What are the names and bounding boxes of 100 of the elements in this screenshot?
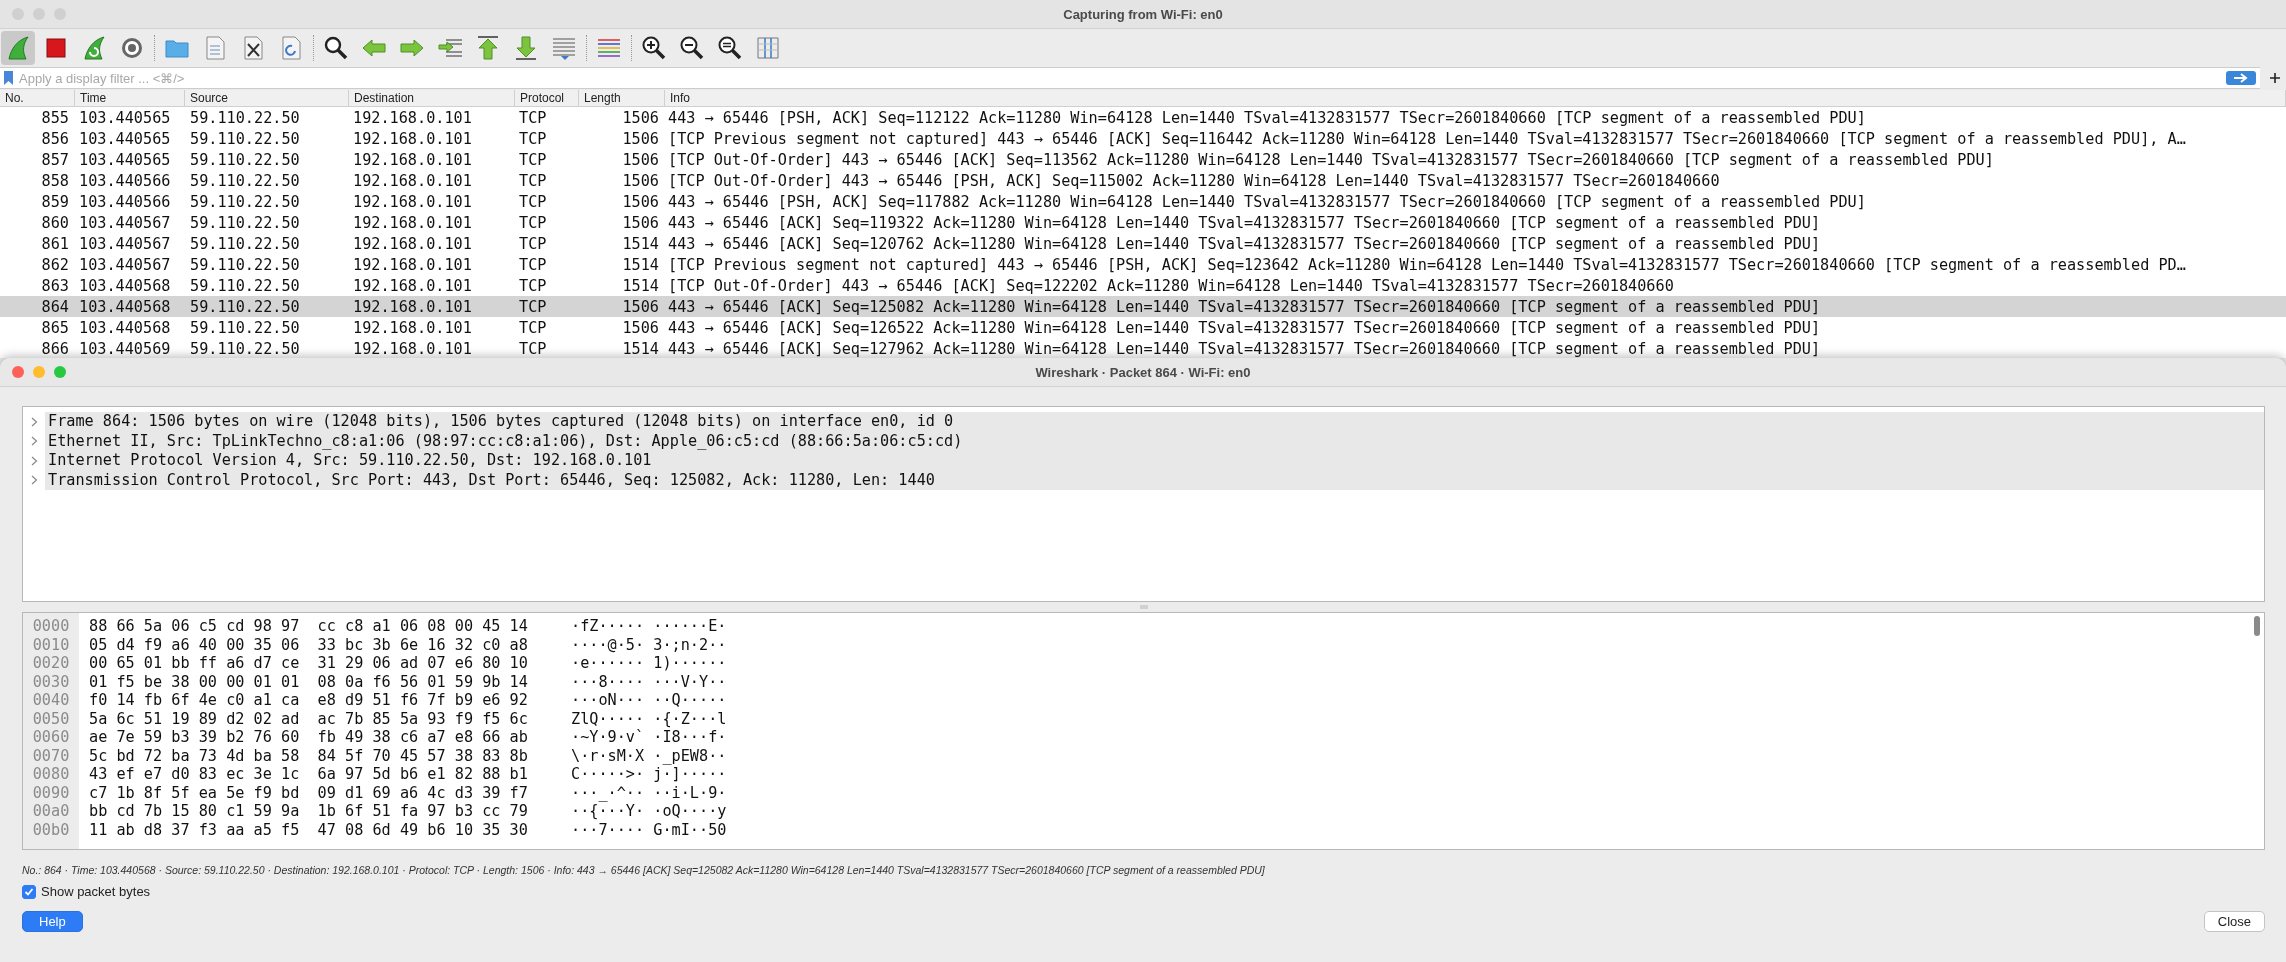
table-cell-text: TCP [518,297,548,316]
packet-row[interactable]: 865 103.440568 59.110.22.50 192.168.0.101 TCP 1506 443 → 65446 [ACK] Seq=126522 Ack=11280 Win=64128 Len=1440 TSval=4132831577 TSecr=2601840660 [TCP segment of a reassembled PDU] [0,317,2286,338]
table-cell-text: 1506 [621,150,660,169]
hex-offset: 0070 [31,746,71,765]
table-cell-text: 192.168.0.101 [352,171,473,190]
packet-row[interactable]: 859 103.440566 59.110.22.50 192.168.0.101 TCP 1506 443 → 65446 [PSH, ACK] Seq=117882 Ack=11280 Win=64128 Len=1440 TSval=4132831577 TSecr=2601840660 [TCP segment of a reassembled PDU] [0,191,2286,212]
hex-offset: 0050 [31,709,71,728]
help-button[interactable]: Help [22,911,83,932]
table-cell-text: TCP [518,276,548,295]
table-cell-text: 858 [40,171,70,190]
table-cell-text: [TCP Out-Of-Order] 443 → 65446 [ACK] Seq=122202 Ack=11280 Win=64128 Len=1440 TSval=4132831577 TSecr=2601840660 [667,276,1675,295]
close-button[interactable]: Close [2203,911,2265,932]
hex-offset: 0060 [31,728,71,747]
tree-item[interactable]: Ethernet II, Src: TpLinkTechno_c8:a1:06 (98:97:cc:c8:a1:06), Dst: Apple_06:c5:cd (88:66:5a:06:c5:cd) [45,431,2264,451]
zoom-window-button[interactable] [54,366,66,378]
table-cell-text: [TCP Previous segment not captured] 443 → 65446 [PSH, ACK] Seq=123642 Ack=11280 Win=64128 Len=1440 TSval=4132831577 TSecr=2601840660 [TCP segment of a reassembled PD… [667,255,2187,274]
table-cell-text: 59.110.22.50 [189,129,301,148]
packet-row[interactable]: 860 103.440567 59.110.22.50 192.168.0.101 TCP 1506 443 → 65446 [ACK] Seq=119322 Ack=11280 Win=64128 Len=1440 TSval=4132831577 TSecr=2601840660 [TCP segment of a reassembled PDU] [0,212,2286,233]
table-cell-text: 103.440569 [78,339,172,358]
ascii-bytes: C·····>· j·]····· [571,765,727,784]
column-header[interactable]: Time [75,90,185,106]
hex-offset: 0000 [31,617,71,636]
status-text: No.: 864 · Time: 103.440568 · Source: 59.110.22.50 · Destination: 192.168.0.101 · Protocol: TCP · Length: 1506 · Info: 443 → 65446 [ACK] Seq=125082 Ack=11280 Win=64128 Len=1440 TSval=4132831577 TSecr=2601840660 [TCP segment of a reassembled PDU] [22,864,1266,876]
tree-item[interactable]: Internet Protocol Version 4, Src: 59.110.22.50, Dst: 192.168.0.101 [45,451,2264,471]
table-cell-text: [TCP Out-Of-Order] 443 → 65446 [PSH, ACK] Seq=115002 Ack=11280 Win=64128 Len=1440 TSval=4132831577 TSecr=2601840660 [667,171,1721,190]
ascii-bytes: ZlQ····· ·{·Z···l [571,709,727,728]
table-cell-text: 192.168.0.101 [352,129,473,148]
hex-offset: 0020 [31,654,71,673]
packet-row[interactable]: 855 103.440565 59.110.22.50 192.168.0.101 TCP 1506 443 → 65446 [PSH, ACK] Seq=112122 Ack=11280 Win=64128 Len=1440 TSval=4132831577 TSecr=2601840660 [TCP segment of a reassembled PDU] [0,107,2286,128]
table-cell-text: 103.440565 [78,150,172,169]
apply-filter-button[interactable] [2226,71,2256,85]
ascii-bytes: ···_·^·· ··i·L·9· [571,783,727,802]
hex-offset: 0010 [31,635,71,654]
column-header[interactable]: Info [665,90,2286,106]
filter-input[interactable]: Apply a display filter ... <⌘/> [19,70,2220,86]
table-cell-text: 443 → 65446 [ACK] Seq=127962 Ack=11280 Win=64128 Len=1440 TSval=4132831577 TSecr=2601840660 [TCP segment of a reassembled PDU] [667,339,1822,358]
table-cell-text: 59.110.22.50 [189,255,301,274]
table-cell-text: TCP [518,150,548,169]
table-cell-text: TCP [518,255,548,274]
packet-row[interactable]: 858 103.440566 59.110.22.50 192.168.0.101 TCP 1506 [TCP Out-Of-Order] 443 → 65446 [PSH, ACK] Seq=115002 Ack=11280 Win=64128 Len=1440 TSval=4132831577 TSecr=2601840660 [0,170,2286,191]
table-cell-text: 443 → 65446 [ACK] Seq=120762 Ack=11280 Win=64128 Len=1440 TSval=4132831577 TSecr=2601840660 [TCP segment of a reassembled PDU] [667,234,1822,253]
table-cell-text: 192.168.0.101 [352,213,473,232]
hex-offset: 00a0 [31,802,71,821]
filter-field[interactable]: Apply a display filter ... <⌘/> [0,67,2260,89]
table-cell-text: 443 → 65446 [ACK] Seq=126522 Ack=11280 Win=64128 Len=1440 TSval=4132831577 TSecr=2601840660 [TCP segment of a reassembled PDU] [667,318,1822,337]
checkbox-label[interactable]: Show packet bytes [41,884,151,899]
table-cell-text: 856 [40,129,70,148]
packet-row[interactable]: 864 103.440568 59.110.22.50 192.168.0.101 TCP 1506 443 → 65446 [ACK] Seq=125082 Ack=11280 Win=64128 Len=1440 TSval=4132831577 TSecr=2601840660 [TCP segment of a reassembled PDU] [0,296,2286,317]
ascii-bytes: ···oN··· ··Q····· [571,691,727,710]
table-cell-text: 59.110.22.50 [189,171,301,190]
table-cell-text: 59.110.22.50 [189,339,301,358]
table-cell-text: [TCP Out-Of-Order] 443 → 65446 [ACK] Seq=113562 Ack=11280 Win=64128 Len=1440 TSval=4132831577 TSecr=2601840660 [TCP segment of a reassembled PDU] [667,150,1995,169]
table-cell-text: TCP [518,234,548,253]
table-cell-text: 443 → 65446 [ACK] Seq=125082 Ack=11280 Win=64128 Len=1440 TSval=4132831577 TSecr=2601840660 [TCP segment of a reassembled PDU] [667,297,1822,316]
close-window-button[interactable] [12,366,24,378]
packet-row[interactable]: 866 103.440569 59.110.22.50 192.168.0.101 TCP 1514 443 → 65446 [ACK] Seq=127962 Ack=11280 Win=64128 Len=1440 TSval=4132831577 TSecr=2601840660 [TCP segment of a reassembled PDU] [0,338,2286,358]
table-cell-text: 857 [40,150,70,169]
table-cell-text: 1506 [621,318,660,337]
hex-bytes: f0 14 fb 6f 4e c0 a1 ca e8 d9 51 f6 7f b9 e6 92 [89,691,529,710]
table-cell-text: 864 [40,297,70,316]
table-cell-text: 192.168.0.101 [352,234,473,253]
table-cell-text: 443 → 65446 [PSH, ACK] Seq=112122 Ack=11280 Win=64128 Len=1440 TSval=4132831577 TSecr=2601840660 [TCP segment of a reassembled PDU] [667,108,1867,127]
hex-bytes: ae 7e 59 b3 39 b2 76 60 fb 49 38 c6 a7 e8 66 ab [89,728,529,747]
hex-offset: 0040 [31,691,71,710]
column-header[interactable]: Protocol [515,90,579,106]
table-cell-text: 192.168.0.101 [352,255,473,274]
hex-offset: 0080 [31,765,71,784]
checkbox[interactable] [22,884,36,899]
table-cell-text: 59.110.22.50 [189,192,301,211]
tree-item[interactable]: Frame 864: 1506 bytes on wire (12048 bits), 1506 bytes captured (12048 bits) on interface en0, id 0 [45,412,2264,432]
column-header[interactable]: Destination [349,90,515,106]
table-cell-text: 103.440567 [78,255,172,274]
tree-item[interactable]: Transmission Control Protocol, Src Port: 443, Dst Port: 65446, Seq: 125082, Ack: 11280, Len: 1440 [45,470,2264,490]
table-cell-text: 103.440566 [78,171,172,190]
add-filter-button[interactable] [2268,71,2282,85]
table-cell-text: 1514 [621,255,660,274]
table-cell-text: 192.168.0.101 [352,297,473,316]
scrollbar-thumb[interactable] [2254,616,2260,636]
table-cell-text: 59.110.22.50 [189,108,301,127]
table-cell-text: 103.440568 [78,318,172,337]
hex-bytes: 01 f5 be 38 00 00 01 01 08 0a f6 56 01 59 9b 14 [89,672,529,691]
table-cell-text: 59.110.22.50 [189,276,301,295]
table-cell-text: 192.168.0.101 [352,318,473,337]
table-cell-text: 192.168.0.101 [352,276,473,295]
column-header[interactable]: Length [579,90,665,106]
packet-row[interactable]: 863 103.440568 59.110.22.50 192.168.0.101 TCP 1514 [TCP Out-Of-Order] 443 → 65446 [ACK] Seq=122202 Ack=11280 Win=64128 Len=1440 TSval=4132831577 TSecr=2601840660 [0,275,2286,296]
window-title: Capturing from Wi-Fi: en0 [1063,6,1223,22]
column-header[interactable]: Source [185,90,349,106]
table-cell-text: 866 [40,339,70,358]
packet-row[interactable]: 857 103.440565 59.110.22.50 192.168.0.101 TCP 1506 [TCP Out-Of-Order] 443 → 65446 [ACK] Seq=113562 Ack=11280 Win=64128 Len=1440 TSval=4132831577 TSecr=2601840660 [TCP segment of a reassembled PDU] [0,149,2286,170]
packet-row[interactable]: 861 103.440567 59.110.22.50 192.168.0.101 TCP 1514 443 → 65446 [ACK] Seq=120762 Ack=11280 Win=64128 Len=1440 TSval=4132831577 TSecr=2601840660 [TCP segment of a reassembled PDU] [0,233,2286,254]
bookmark-icon [4,71,13,85]
table-cell-text: 59.110.22.50 [189,318,301,337]
column-header[interactable]: No. [0,90,75,106]
hex-offset: 00b0 [31,820,71,839]
hex-bytes: 00 65 01 bb ff a6 d7 ce 31 29 06 ad 07 e6 80 10 [89,654,529,673]
ascii-bytes: ···8···· ···V·Y·· [571,672,727,691]
table-cell-text: 192.168.0.101 [352,150,473,169]
table-cell-text: 59.110.22.50 [189,213,301,232]
hex-bytes: 05 d4 f9 a6 40 00 35 06 33 bc 3b 6e 16 32 c0 a8 [89,635,529,654]
